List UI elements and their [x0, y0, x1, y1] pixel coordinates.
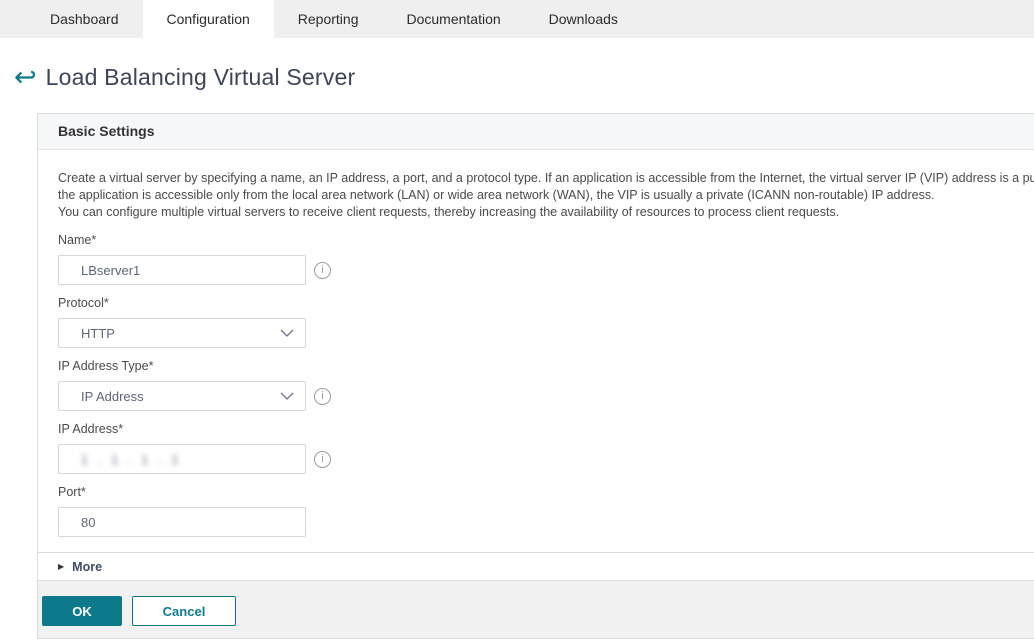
- more-label: More: [72, 560, 102, 574]
- protocol-selected-value: HTTP: [81, 326, 115, 341]
- protocol-select[interactable]: HTTP: [58, 318, 306, 348]
- protocol-field-group: Protocol* HTTP: [58, 296, 1034, 348]
- name-input[interactable]: [58, 255, 306, 285]
- ip-address-type-selected-value: IP Address: [81, 389, 144, 404]
- chevron-down-icon: [280, 329, 294, 337]
- ip-address-type-label: IP Address Type*: [58, 359, 1034, 373]
- ip-address-type-field-group: IP Address Type* IP Address i: [58, 359, 1034, 411]
- tab-configuration[interactable]: Configuration: [143, 0, 274, 38]
- protocol-label: Protocol*: [58, 296, 1034, 310]
- panel-footer: OK Cancel: [38, 580, 1034, 638]
- basic-settings-panel: Basic Settings Create a virtual server b…: [37, 113, 1034, 639]
- page-header: ↩ Load Balancing Virtual Server: [14, 60, 1034, 94]
- page-title: Load Balancing Virtual Server: [46, 64, 356, 91]
- port-label: Port*: [58, 485, 1034, 499]
- port-field-group: Port*: [58, 485, 1034, 537]
- tab-downloads[interactable]: Downloads: [525, 0, 642, 38]
- cancel-button[interactable]: Cancel: [132, 596, 236, 626]
- ip-address-input[interactable]: 1 . 1 . 1 . 1: [58, 444, 306, 474]
- info-icon[interactable]: i: [314, 451, 331, 468]
- ip-address-obscured-value: 1 . 1 . 1 . 1: [81, 452, 181, 467]
- back-arrow-icon[interactable]: ↩: [14, 64, 37, 91]
- name-field-group: Name* i: [58, 233, 1034, 285]
- ok-button[interactable]: OK: [42, 596, 122, 626]
- more-expander[interactable]: ▶ More: [38, 552, 1034, 580]
- tab-reporting[interactable]: Reporting: [274, 0, 383, 38]
- panel-description: Create a virtual server by specifying a …: [58, 170, 1034, 221]
- port-input[interactable]: [58, 507, 306, 537]
- chevron-down-icon: [280, 392, 294, 400]
- info-icon[interactable]: i: [314, 262, 331, 279]
- panel-body: Create a virtual server by specifying a …: [38, 150, 1034, 552]
- ip-address-type-select[interactable]: IP Address: [58, 381, 306, 411]
- expander-triangle-icon: ▶: [58, 563, 64, 571]
- tab-dashboard[interactable]: Dashboard: [26, 0, 143, 38]
- description-line: You can configure multiple virtual serve…: [58, 204, 1034, 221]
- panel-header: Basic Settings: [38, 114, 1034, 150]
- description-line: the application is accessible only from …: [58, 187, 1034, 204]
- info-icon[interactable]: i: [314, 388, 331, 405]
- ip-address-label: IP Address*: [58, 422, 1034, 436]
- top-nav: Dashboard Configuration Reporting Docume…: [0, 0, 1034, 38]
- ip-address-field-group: IP Address* 1 . 1 . 1 . 1 i: [58, 422, 1034, 474]
- description-line: Create a virtual server by specifying a …: [58, 170, 1034, 187]
- tab-documentation[interactable]: Documentation: [382, 0, 524, 38]
- name-label: Name*: [58, 233, 1034, 247]
